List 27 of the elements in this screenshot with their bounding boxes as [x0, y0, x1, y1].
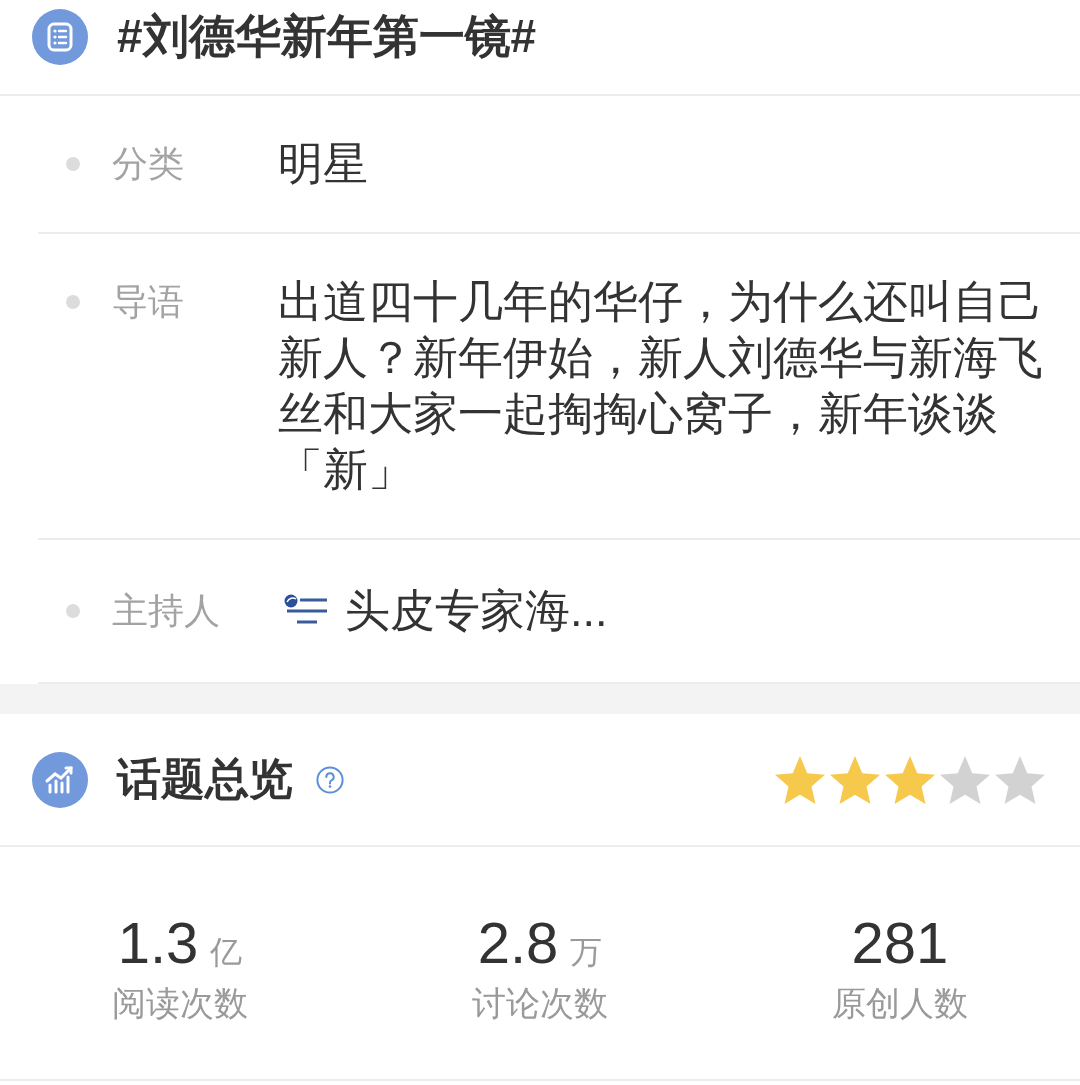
list-icon: [32, 9, 88, 65]
stat-label: 原创人数: [832, 983, 968, 1024]
detail-label: 主持人: [112, 589, 221, 633]
star-icon: [940, 755, 990, 804]
chart-icon: [32, 751, 88, 808]
detail-value: 出道四十几年的华仔，为什么还叫自己新人？新年伊始，新人刘德华与新海飞丝和大家一起掏掏心窝子，新年谈谈「新」: [278, 275, 1044, 497]
help-icon[interactable]: [316, 765, 344, 794]
stat-label: 阅读次数: [112, 983, 248, 1024]
topic-title: #刘德华新年第一镜#: [117, 9, 537, 65]
stat-unit: 亿: [210, 933, 243, 972]
stat-value: 2.8: [477, 911, 559, 975]
star-icon: [885, 755, 935, 804]
detail-value: 明星: [278, 137, 369, 191]
stat-unit: 万: [570, 933, 603, 972]
bullet-icon: [66, 295, 80, 309]
stat-label: 讨论次数: [472, 983, 608, 1024]
host-name[interactable]: 头皮专家海...: [345, 583, 608, 639]
section-title: 话题总览: [117, 753, 293, 806]
bullet-icon: [66, 604, 80, 618]
star-icon: [995, 755, 1045, 804]
star-icon: [775, 755, 825, 804]
bullet-icon: [66, 157, 80, 171]
detail-label: 导语: [112, 280, 185, 324]
star-icon: [830, 755, 880, 804]
stat-value: 1.3: [117, 911, 199, 975]
detail-label: 分类: [112, 142, 185, 186]
stat-value: 281: [851, 911, 949, 975]
